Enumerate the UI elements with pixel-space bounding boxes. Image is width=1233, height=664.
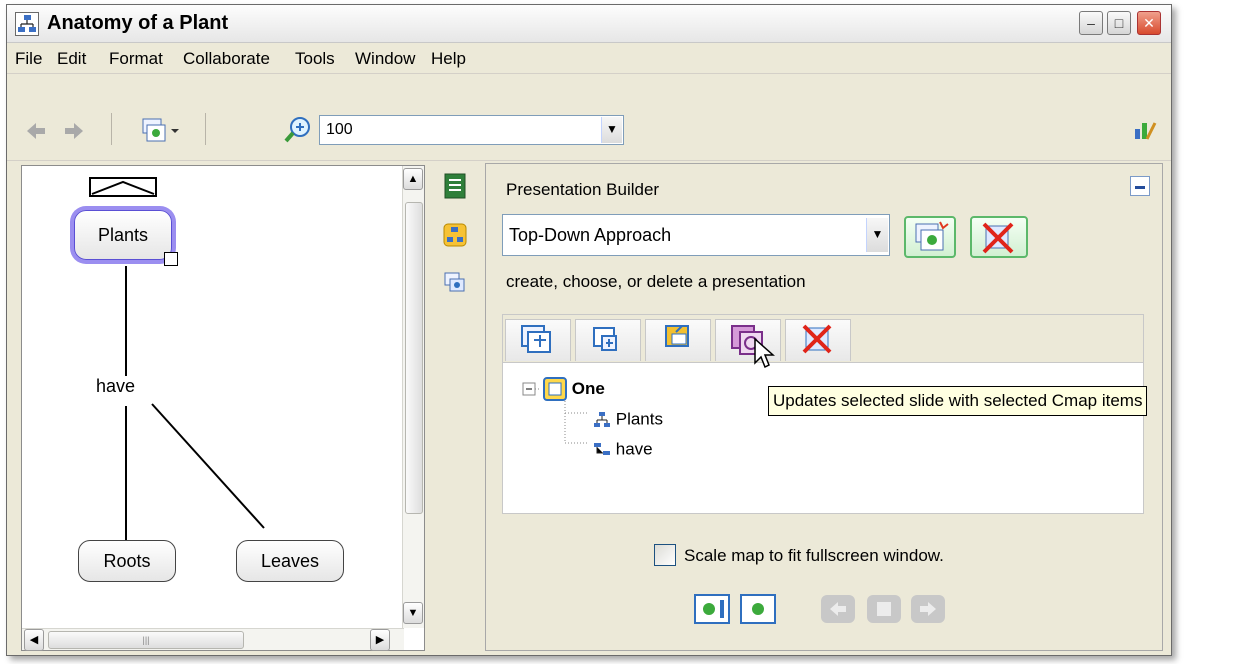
menu-bar: File Edit Format Collaborate Tools Windo…: [7, 44, 1171, 74]
stop-icon: [867, 595, 901, 623]
previous-slide-button[interactable]: [820, 594, 856, 624]
mouse-cursor-icon: [753, 337, 775, 374]
present-start-icon: [694, 594, 730, 624]
menu-format[interactable]: Format: [109, 49, 163, 69]
forward-arrow-icon[interactable]: [63, 121, 85, 146]
new-presentation-button[interactable]: [904, 216, 956, 258]
add-slide-icon: [593, 327, 617, 351]
slide-item-one[interactable]: One: [543, 377, 605, 401]
next-slide-button[interactable]: [910, 594, 946, 624]
menu-tools[interactable]: Tools: [295, 49, 335, 69]
concept-roots[interactable]: Roots: [78, 540, 176, 582]
edit-slide-icon: [665, 325, 689, 347]
horizontal-scroll-thumb[interactable]: |||: [48, 631, 244, 649]
scroll-up-icon[interactable]: ▲: [403, 168, 423, 190]
window-title: Anatomy of a Plant: [47, 12, 229, 34]
menu-file[interactable]: File: [15, 49, 42, 69]
vertical-scroll-thumb[interactable]: [405, 202, 423, 514]
chevron-down-icon[interactable]: ▼: [601, 117, 622, 143]
scale-map-label: Scale map to fit fullscreen window.: [684, 546, 944, 565]
menu-help[interactable]: Help: [431, 49, 466, 69]
link-label-have[interactable]: have: [96, 376, 136, 397]
tooltip: Updates selected slide with selected Cma…: [768, 386, 1148, 416]
edit-slide-button[interactable]: [645, 319, 711, 361]
presentation-tab-icon[interactable]: [443, 271, 469, 297]
toolbar-divider: [205, 113, 206, 145]
presentation-hint: create, choose, or delete a presentation: [506, 272, 806, 291]
slide-item-label: Plants: [615, 409, 663, 429]
minimize-button[interactable]: –: [1079, 11, 1103, 35]
present-current-icon: [740, 594, 776, 624]
present-current-button[interactable]: [740, 594, 776, 624]
add-slide-button[interactable]: [575, 319, 641, 361]
menu-collaborate[interactable]: Collaborate: [183, 49, 270, 69]
concept-node-icon: [594, 411, 610, 427]
previous-icon: [821, 595, 855, 623]
slide-item-have[interactable]: have: [593, 439, 653, 460]
cmap-app-icon: [15, 12, 39, 36]
scroll-right-icon[interactable]: ▶: [370, 629, 390, 651]
presentation-view-icon[interactable]: [141, 117, 179, 150]
link-phrase-icon: [594, 442, 610, 455]
close-button[interactable]: ✕: [1137, 11, 1161, 35]
vertical-scrollbar[interactable]: ▲ ▼: [402, 166, 424, 628]
delete-slide-icon: [802, 324, 832, 354]
side-tabs: [443, 171, 469, 311]
delete-presentation-button[interactable]: [970, 216, 1028, 258]
menu-edit[interactable]: Edit: [57, 49, 86, 69]
menu-window[interactable]: Window: [355, 49, 415, 69]
cmap-outline-icon[interactable]: [443, 223, 469, 249]
stop-button[interactable]: [866, 594, 902, 624]
scroll-down-icon[interactable]: ▼: [403, 602, 423, 624]
concept-leaves[interactable]: Leaves: [236, 540, 344, 582]
presentation-select[interactable]: Top-Down Approach: [502, 214, 890, 256]
present-from-start-button[interactable]: [694, 594, 730, 624]
edit-style-icon[interactable]: [1133, 119, 1157, 148]
back-arrow-icon[interactable]: [25, 121, 47, 146]
new-presentation-icon: [915, 221, 949, 251]
horizontal-scrollbar[interactable]: ◀ ||| ▶: [22, 628, 404, 651]
zoom-input[interactable]: 100: [319, 115, 624, 145]
concept-map-canvas[interactable]: Plants have Roots Leaves ▲ ▼ ◀ ||| ▶: [21, 165, 425, 651]
delete-slide-button[interactable]: [785, 319, 851, 361]
maximize-button[interactable]: □: [1107, 11, 1131, 35]
add-multiple-slides-icon: [521, 325, 551, 353]
concept-plants[interactable]: Plants: [74, 210, 172, 260]
delete-presentation-icon: [982, 222, 1014, 254]
zoom-in-icon[interactable]: [283, 115, 313, 150]
app-window: Anatomy of a Plant – □ ✕ File Edit Forma…: [6, 4, 1172, 656]
add-slides-button[interactable]: [505, 319, 571, 361]
scale-map-checkbox[interactable]: [654, 544, 676, 566]
next-icon: [911, 595, 945, 623]
toolbar: 100 ▼: [7, 75, 1171, 161]
slide-label: One: [571, 379, 605, 398]
slide-item-label: have: [615, 439, 653, 459]
slide-icon: [543, 377, 567, 401]
slide-item-plants[interactable]: Plants: [593, 409, 663, 430]
panel-title: Presentation Builder: [506, 180, 660, 199]
toolbar-divider: [111, 113, 112, 145]
slide-toolbar: [503, 315, 1143, 369]
scroll-left-icon[interactable]: ◀: [24, 629, 44, 651]
title-bar[interactable]: Anatomy of a Plant – □ ✕: [7, 5, 1171, 43]
notes-icon[interactable]: [443, 173, 469, 199]
collapse-panel-button[interactable]: [1130, 176, 1150, 196]
chevron-down-icon[interactable]: ▼: [866, 218, 888, 252]
resize-handle-icon[interactable]: [164, 252, 178, 266]
